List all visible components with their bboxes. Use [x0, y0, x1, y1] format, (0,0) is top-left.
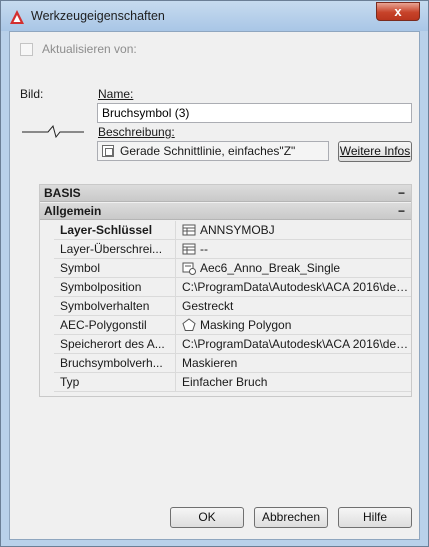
title-bar[interactable]: Werkzeugeigenschaften x [1, 1, 428, 31]
name-label: Name: [98, 87, 134, 101]
property-row-layer-ueberschreibung[interactable]: Layer-Überschrei... -- [54, 240, 411, 259]
property-grid: BASIS − Allgemein − Layer-Schlüssel ANNS… [39, 184, 412, 397]
window-title: Werkzeugeigenschaften [31, 9, 165, 23]
property-row-typ[interactable]: Typ Einfacher Bruch [54, 373, 411, 392]
property-value: Einfacher Bruch [182, 375, 268, 389]
column-divider[interactable] [175, 335, 176, 354]
autocad-logo-icon [10, 10, 24, 24]
property-value: C:\ProgramData\Autodesk\ACA 2016\deu\Sty… [182, 337, 410, 351]
property-row-symbol[interactable]: Symbol Aec6_Anno_Break_Single [54, 259, 411, 278]
property-row-bruchsymbolverhalten[interactable]: Bruchsymbolverh... Maskieren [54, 354, 411, 373]
name-input[interactable] [97, 103, 412, 123]
property-row-speicherort[interactable]: Speicherort des A... C:\ProgramData\Auto… [54, 335, 411, 354]
property-value: ANNSYMOBJ [200, 223, 275, 237]
property-name: Layer-Schlüssel [60, 223, 153, 237]
property-row-layer-schluessel[interactable]: Layer-Schlüssel ANNSYMOBJ [54, 221, 411, 240]
column-divider[interactable] [175, 373, 176, 392]
beschreibung-value: Gerade Schnittlinie, einfaches"Z" [120, 144, 296, 158]
dialog-window: Werkzeugeigenschaften x Aktualisieren vo… [0, 0, 429, 547]
column-divider[interactable] [175, 354, 176, 373]
column-divider[interactable] [175, 278, 176, 297]
beschreibung-label: Beschreibung: [98, 125, 175, 139]
weitere-infos-button[interactable]: Weitere Infos [338, 141, 412, 162]
property-name: Speicherort des A... [60, 337, 165, 351]
property-name: AEC-Polygonstil [60, 318, 147, 332]
text-field-icon [102, 145, 114, 157]
property-value: -- [200, 242, 208, 256]
beschreibung-field[interactable]: Gerade Schnittlinie, einfaches"Z" [97, 141, 329, 161]
property-value: Gestreckt [182, 299, 234, 313]
property-name: Symbol [60, 261, 101, 275]
property-name: Symbolposition [60, 280, 142, 294]
column-divider[interactable] [175, 316, 176, 335]
category-allgemein[interactable]: Allgemein − [40, 203, 411, 220]
aktualisieren-label: Aktualisieren von: [42, 42, 137, 56]
property-name: Symbolverhalten [60, 299, 150, 313]
category-allgemein-label: Allgemein [44, 204, 102, 218]
property-row-symbolverhalten[interactable]: Symbolverhalten Gestreckt [54, 297, 411, 316]
property-name: Layer-Überschrei... [60, 242, 163, 256]
column-divider[interactable] [175, 259, 176, 278]
property-name: Typ [60, 375, 80, 389]
category-basis-label: BASIS [44, 186, 81, 200]
aktualisieren-checkbox[interactable] [20, 43, 33, 56]
property-row-aec-polygonstil[interactable]: AEC-Polygonstil Masking Polygon [54, 316, 411, 335]
dialog-client: Aktualisieren von: Bild: Name: Beschreib… [9, 31, 420, 540]
column-divider[interactable] [175, 297, 176, 316]
collapse-icon[interactable]: − [398, 185, 405, 201]
layer-table-icon [182, 243, 196, 255]
collapse-icon[interactable]: − [398, 203, 405, 219]
pentagon-icon [182, 318, 196, 331]
symbol-block-icon [182, 262, 196, 275]
property-name: Bruchsymbolverh... [60, 356, 163, 370]
break-symbol-preview-icon [22, 124, 84, 138]
property-value: Aec6_Anno_Break_Single [200, 261, 341, 275]
cancel-button[interactable]: Abbrechen [254, 507, 328, 528]
column-divider[interactable] [175, 240, 176, 259]
property-value: Maskieren [182, 356, 238, 370]
property-value: Masking Polygon [200, 318, 292, 332]
help-button[interactable]: Hilfe [338, 507, 412, 528]
property-row-symbolposition[interactable]: Symbolposition C:\ProgramData\Autodesk\A… [54, 278, 411, 297]
layer-table-icon [182, 224, 196, 236]
category-basis[interactable]: BASIS − [40, 185, 411, 202]
property-value: C:\ProgramData\Autodesk\ACA 2016\deu\Sty… [182, 280, 410, 294]
ok-button[interactable]: OK [170, 507, 244, 528]
close-button[interactable]: x [376, 2, 420, 21]
bild-label: Bild: [20, 87, 44, 101]
column-divider[interactable] [175, 221, 176, 240]
